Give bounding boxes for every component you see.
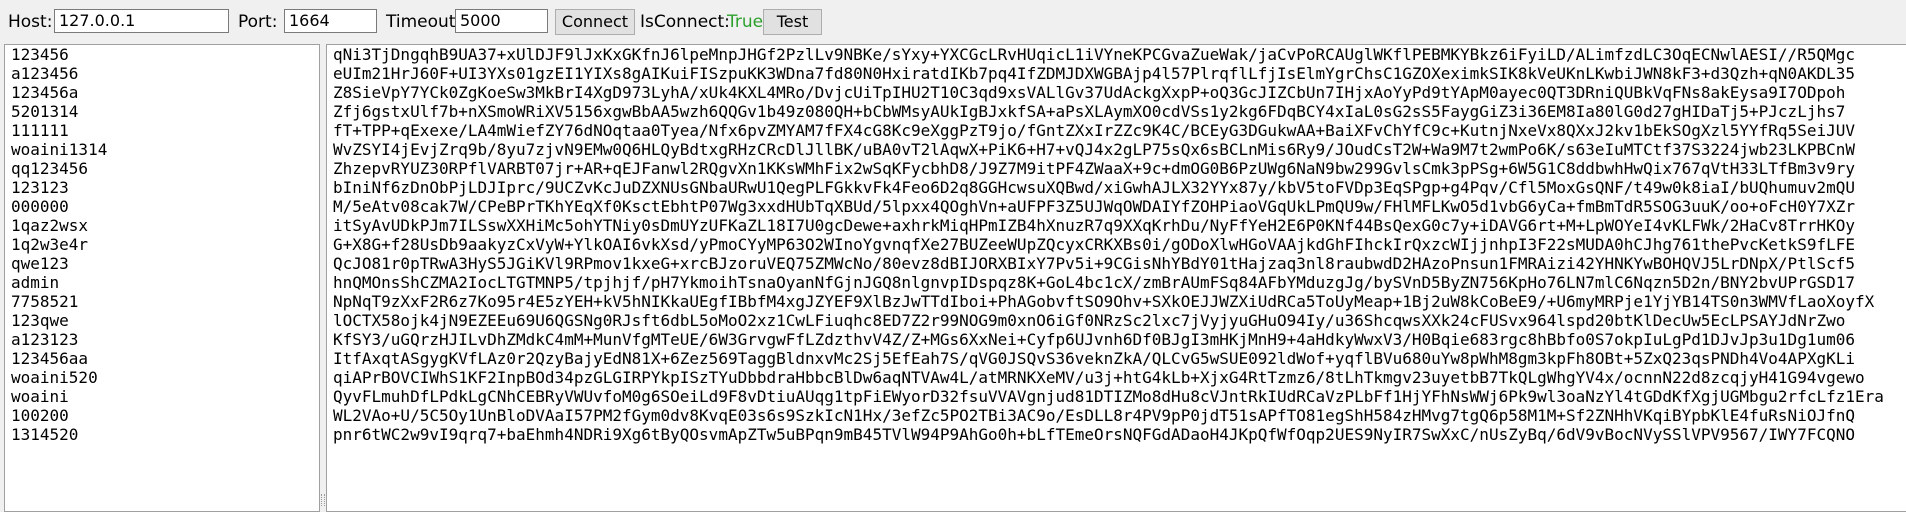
password-list-item[interactable]: 1qaz2wsx [5, 216, 319, 235]
test-button[interactable]: Test [763, 9, 822, 35]
password-list-item[interactable]: a123123 [5, 330, 319, 349]
output-line: KfSY3/uGQrzHJILvDhZMdkC4mM+MunVfgMTeUE/6… [333, 330, 1855, 349]
output-line: ZhzepvRYUZ30RPflVARBT07jr+AR+qEJFanwl2RQ… [333, 159, 1855, 178]
password-list-item[interactable]: 7758521 [5, 292, 319, 311]
timeout-input[interactable]: 5000 [455, 9, 548, 33]
password-list[interactable]: 123456 a123456 123456a 5201314 111111 woaini1… [4, 44, 320, 512]
isconnect-label: IsConnect: [640, 12, 730, 32]
output-line: WvZSYI4jEvjZrq9b/8yu7zjvN9EMw0Q6HLQyBdtx… [333, 140, 1855, 159]
connection-toolbar: Host: 127.0.0.1 Port: 1664 Timeout: 5000… [0, 0, 1906, 42]
connect-button[interactable]: Connect [555, 9, 635, 35]
output-line: itSyAvUDkPJm7ILSswXXHiMc5ohYTNiy0sDmUYzU… [333, 216, 1855, 235]
port-input[interactable]: 1664 [284, 9, 377, 33]
output-line: QcJO81r0pTRwA3HyS5JGiKVl9RPmov1kxeG+xrcB… [333, 254, 1855, 273]
password-list-item[interactable]: woaini [5, 387, 319, 406]
output-line: Zfj6gstxUlf7b+nXSmoWRiXV5156xgwBbAA5wzh6… [333, 102, 1846, 121]
timeout-label: Timeout: [386, 12, 462, 32]
password-list-item[interactable]: 123456aa [5, 349, 319, 368]
output-line: pnr6tWC2w9vI9qrq7+baEhmh4NDRi9Xg6tByQOsv… [333, 425, 1855, 444]
password-list-item[interactable]: 123456 [5, 45, 319, 64]
host-input[interactable]: 127.0.0.1 [54, 9, 229, 33]
password-list-item[interactable]: 123qwe [5, 311, 319, 330]
output-line: qiAPrBOVCIWhS1KF2InpBOd34pzGLGIRPYkpISzT… [333, 368, 1865, 387]
password-list-item[interactable]: woaini1314 [5, 140, 319, 159]
output-line: QyvFLmuhDfLPdkLgCNhCEBRyVWUvfoM0g6SOeiLd… [333, 387, 1884, 406]
host-label: Host: [8, 12, 53, 32]
password-list-item[interactable]: a123456 [5, 64, 319, 83]
password-list-items: 123456 a123456 123456a 5201314 111111 woaini1… [5, 45, 319, 444]
output-line: ItfAxqtASgygKVfLAz0r2QzyBajyEdN81X+6Zez5… [333, 349, 1855, 368]
password-list-item[interactable]: 123456a [5, 83, 319, 102]
password-list-item[interactable]: 100200 [5, 406, 319, 425]
output-line: lOCTX58ojk4jN9EZEEu69U6QGSNg0RJsft6dbL5o… [333, 311, 1846, 330]
connection-status-value: True [727, 12, 764, 32]
password-list-item[interactable]: 1q2w3e4r [5, 235, 319, 254]
output-line: Z8SieVpY7YCk0ZgKoeSw3MkBrI4XgD973LyhA/xU… [333, 83, 1846, 102]
output-line: NpNqT9zXxF2R6z7Ko95r4E5zYEH+kV5hNIKkaUEg… [333, 292, 1875, 311]
output-line: hnQMOnsShCZMA2IocLTGTMNP5/tpjhjf/pH7Ykmo… [333, 273, 1855, 292]
password-list-item[interactable]: qq123456 [5, 159, 319, 178]
output-lines: qNi3TjDngqhB9UA37+xUlDJF9lJxKxGKfnJ6lpeM… [327, 45, 1906, 444]
splitter-grip-icon [321, 494, 325, 506]
password-list-item[interactable]: 123123 [5, 178, 319, 197]
port-label: Port: [238, 12, 278, 32]
password-list-item[interactable]: 1314520 [5, 425, 319, 444]
encrypted-output-textarea[interactable]: qNi3TjDngqhB9UA37+xUlDJF9lJxKxGKfnJ6lpeM… [326, 44, 1906, 512]
password-list-item[interactable]: 111111 [5, 121, 319, 140]
output-line: bIniNf6zDnObPjLDJIprc/9UCZvKcJuDZXNUsGNb… [333, 178, 1855, 197]
password-list-item[interactable]: 000000 [5, 197, 319, 216]
password-list-item[interactable]: woaini520 [5, 368, 319, 387]
output-line: WL2VAo+U/5C5Oy1UnBloDVAaI57PM2fGym0dv8Kv… [333, 406, 1855, 425]
output-line: eUIm21HrJ60F+UI3YXs01gzEI1YIXs8gAIKuiFIS… [333, 64, 1855, 83]
output-line: G+X8G+f28UsDb9aakyzCxVyW+YlkOAI6vkXsd/yP… [333, 235, 1855, 254]
password-list-item[interactable]: qwe123 [5, 254, 319, 273]
password-list-item[interactable]: admin [5, 273, 319, 292]
output-line: fT+TPP+qExexe/LA4mWiefZY76dNOqtaa0Tyea/N… [333, 121, 1855, 140]
password-list-item[interactable]: 5201314 [5, 102, 319, 121]
output-line: M/5eAtv08cak7W/CPeBPrTKhYEqXf0KsctEbhtP0… [333, 197, 1855, 216]
output-line: qNi3TjDngqhB9UA37+xUlDJF9lJxKxGKfnJ6lpeM… [333, 45, 1855, 64]
